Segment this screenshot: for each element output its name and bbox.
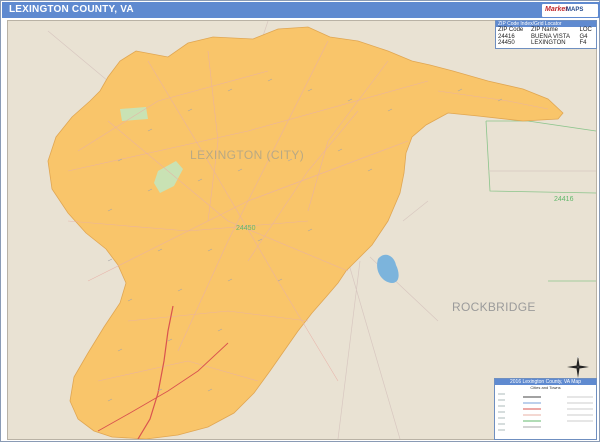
table-row: 24450 LEXINGTON F4 [496, 40, 596, 47]
legend-subtitle: Cities and Towns [530, 385, 561, 390]
logo-text-red: Market [545, 6, 568, 13]
zip-label-24450: 24450 [236, 225, 256, 232]
zip-index-header-row: ZIP Code ZIP Name LOC [496, 27, 596, 34]
compass-rose-icon: N [567, 356, 589, 378]
title-bar: LEXINGTON COUNTY, VA Market MAPS [2, 2, 600, 18]
zip-name-cell: LEXINGTON [531, 40, 566, 46]
zip-index-table: ZIP Code Index/Grid Locator ZIP Code ZIP… [495, 20, 597, 49]
lake [377, 254, 399, 283]
park-area-2 [120, 107, 148, 121]
county-label: ROCKBRIDGE [452, 300, 536, 314]
map-graphics [47, 21, 596, 439]
map-canvas[interactable]: LEXINGTON (CITY) ROCKBRIDGE 24450 24416 [7, 20, 597, 440]
logo-text-blue: MAPS [566, 7, 584, 13]
city-label: LEXINGTON (CITY) [190, 148, 305, 162]
map-title: LEXINGTON COUNTY, VA [9, 4, 134, 15]
map-legend: 2016 Lexington County, VA Map Cities and… [494, 378, 597, 440]
lexington-city-area [47, 26, 564, 439]
compass-north-label: N [577, 356, 579, 359]
zip-index-grid: ZIP Code ZIP Name LOC 24416 BUENA VISTA … [496, 27, 596, 47]
zip-24416-boundary [485, 120, 596, 282]
market-maps-logo: Market MAPS [542, 4, 598, 17]
zip-label-24416: 24416 [554, 196, 574, 203]
zip-code-cell: 24450 [498, 40, 515, 46]
legend-symbols [498, 393, 593, 431]
map-frame: LEXINGTON COUNTY, VA Market MAPS LEXINGT… [0, 0, 600, 442]
loc-cell: F4 [579, 40, 587, 46]
